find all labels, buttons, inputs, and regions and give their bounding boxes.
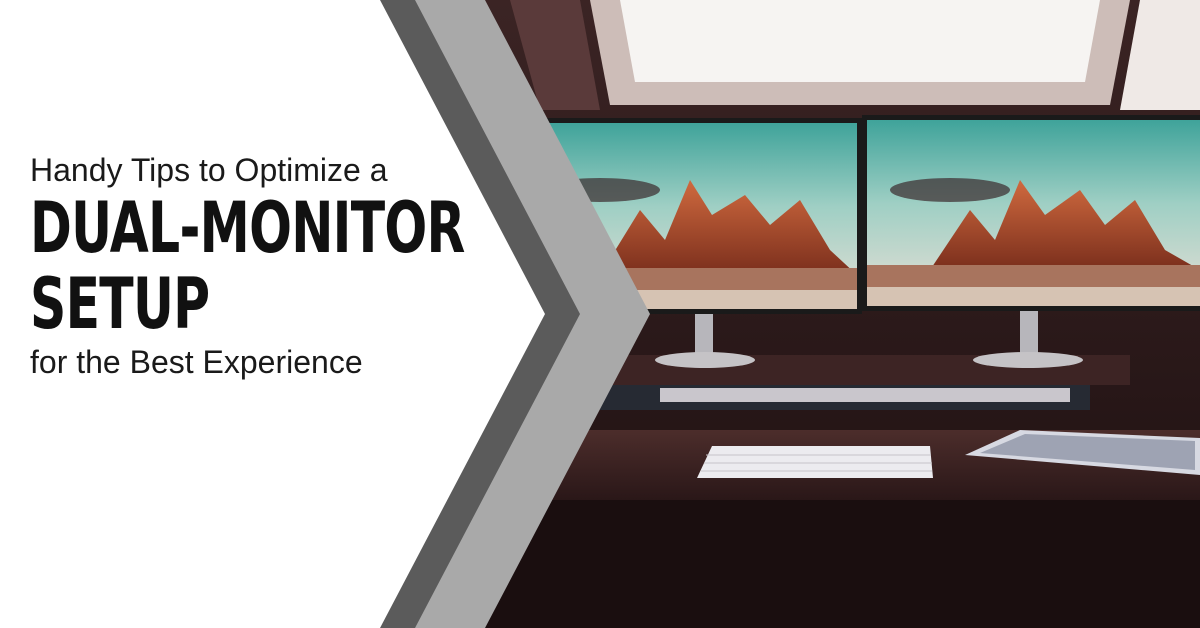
skylight-glass [620, 0, 1100, 82]
right-monitor [862, 115, 1200, 311]
headline-block: Handy Tips to Optimize a DUAL-MONITOR SE… [30, 150, 480, 382]
headline-line-4: for the Best Experience [30, 344, 363, 380]
headline-line-3: SETUP [30, 263, 210, 345]
headline-line-1: Handy Tips to Optimize a [30, 152, 388, 188]
headline-line-2: DUAL-MONITOR [30, 187, 465, 269]
keyboard [697, 446, 933, 478]
